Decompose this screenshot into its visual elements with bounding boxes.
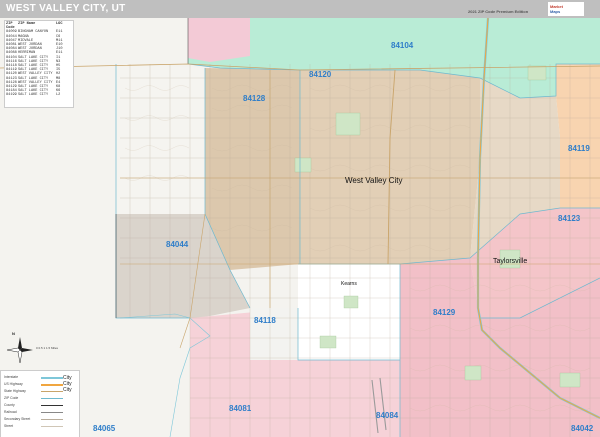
zip-label-84118: 84118	[254, 316, 276, 325]
title-bar: WEST VALLEY CITY, UT 2021 ZIP Code Premi…	[0, 0, 600, 18]
publisher-logo: Market Maps	[548, 2, 584, 16]
legend-line-us-highway	[41, 384, 63, 386]
legend-item: US Highway	[4, 382, 23, 386]
zip-region-peach	[556, 64, 600, 208]
legend-city-3: City	[63, 387, 72, 393]
zip-label-84129: 84129	[433, 308, 456, 317]
zip-label-84128: 84128	[243, 94, 266, 103]
city-label-kearns: Kearns	[341, 281, 357, 287]
city-label-taylorsville: Taylorsville	[493, 258, 528, 265]
scale-bar-text: 0 0.5 1 1.5 Miles	[36, 346, 59, 350]
zip-label-84081: 84081	[229, 404, 252, 413]
zip-table-row: 84199 SALT LAKE CITY L2	[6, 93, 72, 97]
loc-cell: L2	[56, 93, 61, 98]
zip-code-table: ZIP Code ZIP Name LOC 84009 BINGHAM CANYO…	[4, 20, 74, 108]
compass-rose-icon	[6, 337, 33, 364]
zip-label-84104: 84104	[391, 41, 414, 50]
zip-table-header: ZIP Code ZIP Name LOC	[6, 22, 72, 30]
city-label-west-valley: West Valley City	[345, 176, 403, 185]
legend-item: State Highway	[4, 389, 26, 393]
legend-line-interstate	[41, 377, 63, 379]
map-title: WEST VALLEY CITY, UT	[6, 3, 126, 14]
zip-name-cell: SALT LAKE CITY	[18, 93, 49, 98]
legend-item: Interstate	[4, 375, 19, 379]
legend-line-county	[41, 405, 63, 406]
col-zip-name: ZIP Name	[18, 22, 36, 26]
legend-line-railroad	[41, 412, 63, 413]
svg-text:Maps: Maps	[550, 9, 561, 14]
zip-region-west	[116, 64, 205, 214]
zip-label-84119: 84119	[568, 144, 590, 153]
zip-code-map[interactable]	[0, 18, 600, 437]
zip-code-cell: 84199	[6, 93, 17, 98]
legend-item: Secondary Street	[4, 417, 31, 421]
zip-label-84084: 84084	[376, 411, 399, 420]
zip-region-84118	[298, 264, 400, 360]
legend-line-street	[41, 426, 63, 427]
compass-north-label: N	[12, 331, 15, 336]
legend-item: Railroad	[4, 410, 17, 414]
map-frame: ZIP Code ZIP Name LOC 84009 BINGHAM CANYO…	[0, 18, 600, 437]
legend-item: Street	[4, 424, 14, 428]
zip-label-84044: 84044	[166, 240, 189, 249]
zip-table-rows: 84009 BINGHAM CANYON E11 84044 MAGNA C6 84047 M…	[6, 30, 72, 97]
col-zip-code: ZIP Code	[6, 22, 15, 31]
zip-region-pink-nw	[188, 18, 250, 62]
zip-label-84042: 84042	[571, 424, 594, 433]
legend-line-secondary	[41, 419, 63, 420]
legend-line-state-highway	[41, 391, 63, 392]
zip-label-84065: 84065	[93, 424, 116, 433]
map-legend: Interstate US Highway State Highway ZIP …	[0, 370, 80, 437]
legend-item: County	[4, 403, 15, 407]
col-loc: LOC	[56, 22, 63, 26]
legend-item: ZIP Code	[4, 396, 19, 400]
zip-label-84123: 84123	[558, 214, 581, 223]
edition-label: 2021 ZIP Code Premium Edition	[468, 9, 529, 14]
zip-label-84120: 84120	[309, 70, 332, 79]
legend-line-zip	[41, 398, 63, 399]
